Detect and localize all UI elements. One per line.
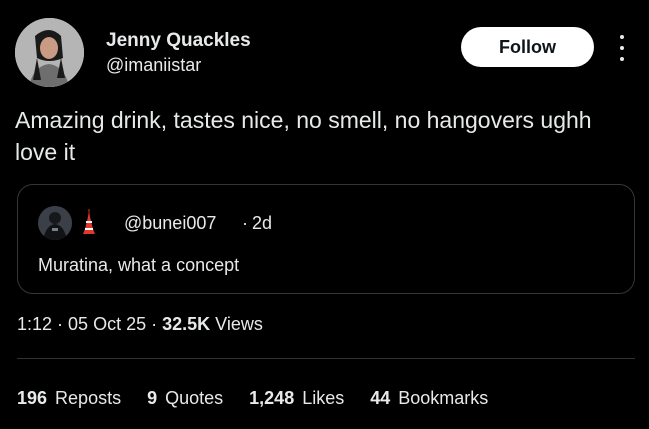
quoted-text: Muratina, what a concept: [38, 255, 240, 275]
tweet-date[interactable]: 05 Oct 25: [68, 314, 146, 335]
follow-button[interactable]: Follow: [461, 27, 594, 67]
quoted-tweet[interactable]: @bunei007 · 2d Muratina, what a concept: [17, 184, 635, 294]
quoted-timestamp[interactable]: 2d: [252, 213, 272, 234]
reposts-count: 196: [17, 388, 48, 408]
views-label: Views: [215, 314, 263, 334]
more-options-icon[interactable]: [612, 35, 632, 61]
engagement-stats: 196 Reposts 9 Quotes 1,248 Likes 44 Book…: [17, 388, 514, 409]
meta-separator: ·: [57, 314, 64, 334]
tweet-text: Amazing drink, tastes nice, no smell, no…: [15, 107, 592, 165]
divider: [17, 358, 635, 359]
likes-count: 1,248: [249, 388, 295, 408]
author-handle[interactable]: @imaniistar: [106, 55, 201, 76]
quotes-count: 9: [147, 388, 158, 408]
meta-separator: ·: [151, 314, 158, 334]
quoted-separator: ·: [242, 213, 248, 233]
tweet-meta: 1:12 · 05 Oct 25 · 32.5K Views: [17, 314, 263, 335]
reposts-stat[interactable]: 196 Reposts: [17, 388, 121, 409]
bookmarks-stat[interactable]: 44 Bookmarks: [370, 388, 488, 409]
tokyo-tower-icon: [82, 209, 96, 240]
more-dot: [620, 57, 624, 61]
avatar-photo: [15, 18, 84, 87]
author-name[interactable]: Jenny Quackles: [106, 30, 251, 52]
likes-stat[interactable]: 1,248 Likes: [249, 388, 344, 409]
bookmarks-label: Bookmarks: [398, 388, 489, 408]
quoted-author-avatar[interactable]: [38, 206, 72, 240]
quoted-author-handle[interactable]: @bunei007: [124, 213, 216, 234]
reposts-label: Reposts: [55, 388, 122, 408]
author-avatar[interactable]: [15, 18, 84, 87]
more-dot: [620, 35, 624, 39]
tweet-time[interactable]: 1:12: [17, 314, 52, 335]
more-dot: [620, 46, 624, 50]
quoted-avatar-photo: [38, 206, 72, 240]
bookmarks-count: 44: [370, 388, 391, 408]
quotes-label: Quotes: [165, 388, 224, 408]
views-count: 32.5K: [162, 314, 211, 334]
likes-label: Likes: [302, 388, 345, 408]
quotes-stat[interactable]: 9 Quotes: [147, 388, 223, 409]
